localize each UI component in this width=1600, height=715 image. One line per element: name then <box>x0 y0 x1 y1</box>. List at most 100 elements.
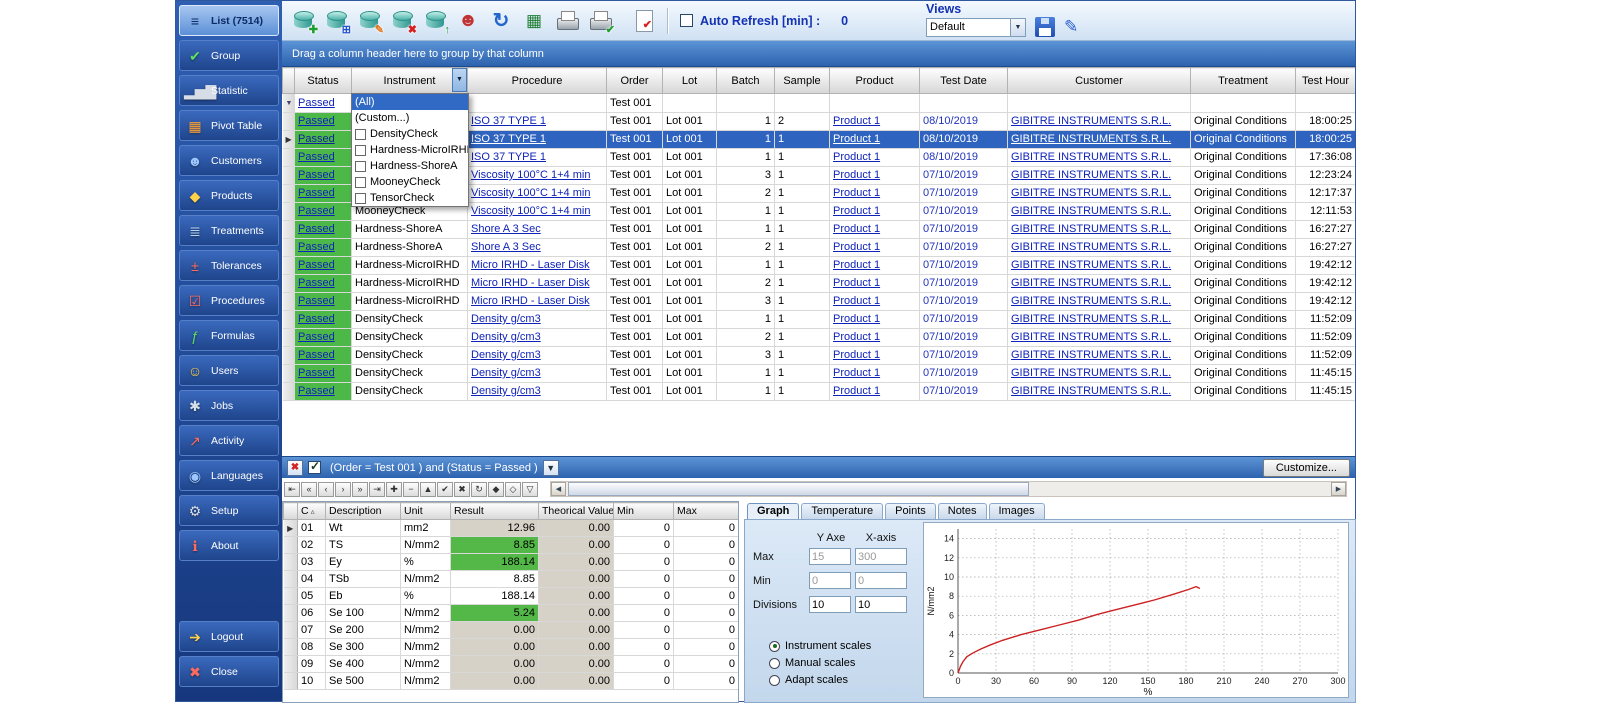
checkbox-icon[interactable] <box>355 193 366 204</box>
customer-link[interactable]: GIBITRE INSTRUMENTS S.R.L. <box>1011 151 1171 163</box>
procedure-link[interactable]: Shore A 3 Sec <box>471 241 541 253</box>
max-y-input[interactable] <box>809 548 851 565</box>
product-link[interactable]: Product 1 <box>833 205 880 217</box>
column-header-description[interactable]: Description <box>326 503 401 520</box>
column-header-procedure[interactable]: Procedure <box>468 68 607 94</box>
sidebar-item-group[interactable]: ✔ Group <box>179 40 279 71</box>
measurement-row[interactable]: 09 Se 400 N/mm2 0.00 0.00 0 0 <box>284 656 739 673</box>
status-link[interactable]: Passed <box>298 385 335 397</box>
table-row[interactable]: Passed DensityCheck Density g/cm3 Test 0… <box>283 311 1356 329</box>
column-header-unit[interactable]: Unit <box>401 503 451 520</box>
brush-icon[interactable]: ✎ <box>1064 17 1078 37</box>
product-link[interactable]: Product 1 <box>833 295 880 307</box>
table-row[interactable]: Passed Hardness-MicroIRHD Micro IRHD - L… <box>283 275 1356 293</box>
table-row[interactable]: Passed Hardness-ShoreA Shore A 3 Sec Tes… <box>283 239 1356 257</box>
sidebar-item-activity[interactable]: ↗ Activity <box>179 425 279 456</box>
customer-link[interactable]: GIBITRE INSTRUMENTS S.R.L. <box>1011 259 1171 271</box>
customer-link[interactable]: GIBITRE INSTRUMENTS S.R.L. <box>1011 205 1171 217</box>
procedure-link[interactable]: Density g/cm3 <box>471 313 541 325</box>
column-header-min[interactable]: Min <box>614 503 674 520</box>
nav-next-page-button[interactable]: » <box>352 482 368 497</box>
product-link[interactable]: Product 1 <box>833 241 880 253</box>
customer-link[interactable]: GIBITRE INSTRUMENTS S.R.L. <box>1011 277 1171 289</box>
procedure-link[interactable]: Micro IRHD - Laser Disk <box>471 277 590 289</box>
column-header-sample[interactable]: Sample <box>775 68 830 94</box>
product-link[interactable]: Product 1 <box>833 313 880 325</box>
sidebar-item-close[interactable]: ✖ Close <box>179 656 279 687</box>
tab-temperature[interactable]: Temperature <box>801 503 883 519</box>
delete-record-icon[interactable]: ✖ <box>389 8 415 34</box>
measurement-row[interactable]: 06 Se 100 N/mm2 5.24 0.00 0 0 <box>284 605 739 622</box>
checkbox-icon[interactable] <box>355 177 366 188</box>
min-x-input[interactable] <box>855 572 907 589</box>
customer-link[interactable]: GIBITRE INSTRUMENTS S.R.L. <box>1011 331 1171 343</box>
tab-points[interactable]: Points <box>885 503 936 519</box>
nav-edit-button[interactable]: ▲ <box>420 482 436 497</box>
product-link[interactable]: Product 1 <box>833 151 880 163</box>
max-x-input[interactable] <box>855 548 907 565</box>
product-link[interactable]: Product 1 <box>833 277 880 289</box>
copy-record-icon[interactable]: ⊞ <box>323 8 349 34</box>
views-select[interactable]: Default ▼ <box>926 18 1026 37</box>
customer-link[interactable]: GIBITRE INSTRUMENTS S.R.L. <box>1011 115 1171 127</box>
customer-link[interactable]: GIBITRE INSTRUMENTS S.R.L. <box>1011 367 1171 379</box>
status-link[interactable]: Passed <box>298 259 335 271</box>
sidebar-item-logout[interactable]: ➔ Logout <box>179 621 279 652</box>
nav-delete-button[interactable]: − <box>403 482 419 497</box>
filter-enabled-checkbox[interactable] <box>308 461 321 474</box>
sidebar-item-customers[interactable]: ☻ Customers <box>179 145 279 176</box>
checkbox-icon[interactable] <box>355 161 366 172</box>
product-link[interactable]: Product 1 <box>833 259 880 271</box>
procedure-link[interactable]: Density g/cm3 <box>471 367 541 379</box>
user-icon[interactable]: ☻ <box>455 8 481 34</box>
customer-link[interactable]: GIBITRE INSTRUMENTS S.R.L. <box>1011 223 1171 235</box>
sidebar-item-setup[interactable]: ⚙ Setup <box>179 495 279 526</box>
customer-link[interactable]: GIBITRE INSTRUMENTS S.R.L. <box>1011 169 1171 181</box>
product-link[interactable]: Product 1 <box>833 169 880 181</box>
horizontal-scrollbar[interactable]: ◀ ▶ <box>550 481 1347 497</box>
divisions-x-input[interactable] <box>855 596 907 613</box>
column-header-batch[interactable]: Batch <box>717 68 775 94</box>
column-header-test-date[interactable]: Test Date <box>920 68 1008 94</box>
status-link[interactable]: Passed <box>298 187 335 199</box>
column-header-lot[interactable]: Lot <box>663 68 717 94</box>
column-header-test-hour[interactable]: Test Hour <box>1296 68 1356 94</box>
procedure-link[interactable]: ISO 37 TYPE 1 <box>471 115 546 127</box>
instrument-filter-button[interactable]: ▼ <box>452 68 467 92</box>
procedure-link[interactable]: Micro IRHD - Laser Disk <box>471 295 590 307</box>
sidebar-item-pivot-table[interactable]: ▦ Pivot Table <box>179 110 279 141</box>
column-header-treatment[interactable]: Treatment <box>1191 68 1296 94</box>
procedure-link[interactable]: Viscosity 100°C 1+4 min <box>471 187 590 199</box>
measurement-row[interactable]: 05 Eb % 188.14 0.00 0 0 <box>284 588 739 605</box>
procedure-link[interactable]: Viscosity 100°C 1+4 min <box>471 205 590 217</box>
export-chart-icon[interactable]: ▦ <box>521 8 547 34</box>
product-link[interactable]: Product 1 <box>833 385 880 397</box>
nav-refresh-button[interactable]: ↻ <box>471 482 487 497</box>
tab-images[interactable]: Images <box>989 503 1045 519</box>
column-header-order[interactable]: Order <box>607 68 663 94</box>
status-link[interactable]: Passed <box>298 331 335 343</box>
table-row[interactable]: Passed Hardness-ShoreA Shore A 3 Sec Tes… <box>283 221 1356 239</box>
table-row[interactable]: Passed Hardness-MicroIRHD Micro IRHD - L… <box>283 257 1356 275</box>
remove-filter-button[interactable]: ✖ <box>287 460 303 476</box>
procedure-link[interactable]: Viscosity 100°C 1+4 min <box>471 169 590 181</box>
measurement-row[interactable]: ▶ 01 Wt mm2 12.96 0.00 0 0 <box>284 520 739 537</box>
procedure-link[interactable]: Micro IRHD - Laser Disk <box>471 259 590 271</box>
procedure-link[interactable]: Density g/cm3 <box>471 331 541 343</box>
sidebar-item-statistic[interactable]: ▂▅▇ Statistic <box>179 75 279 106</box>
procedure-link[interactable]: Density g/cm3 <box>471 385 541 397</box>
nav-insert-button[interactable]: ✚ <box>386 482 402 497</box>
procedure-link[interactable]: Density g/cm3 <box>471 349 541 361</box>
sidebar-item-treatments[interactable]: ≣ Treatments <box>179 215 279 246</box>
sidebar-item-jobs[interactable]: ✱ Jobs <box>179 390 279 421</box>
status-link[interactable]: Passed <box>298 367 335 379</box>
customer-link[interactable]: GIBITRE INSTRUMENTS S.R.L. <box>1011 349 1171 361</box>
scroll-left-icon[interactable]: ◀ <box>551 482 566 496</box>
sidebar-item-list[interactable]: ≡ List (7514) <box>179 5 279 36</box>
filter-dropdown-item[interactable]: Hardness-ShoreA <box>352 158 468 174</box>
nav-filter-button[interactable]: ▽ <box>522 482 538 497</box>
customer-link[interactable]: GIBITRE INSTRUMENTS S.R.L. <box>1011 313 1171 325</box>
column-header-product[interactable]: Product <box>830 68 920 94</box>
nav-last-button[interactable]: ⇥ <box>369 482 385 497</box>
scroll-right-icon[interactable]: ▶ <box>1331 482 1346 496</box>
